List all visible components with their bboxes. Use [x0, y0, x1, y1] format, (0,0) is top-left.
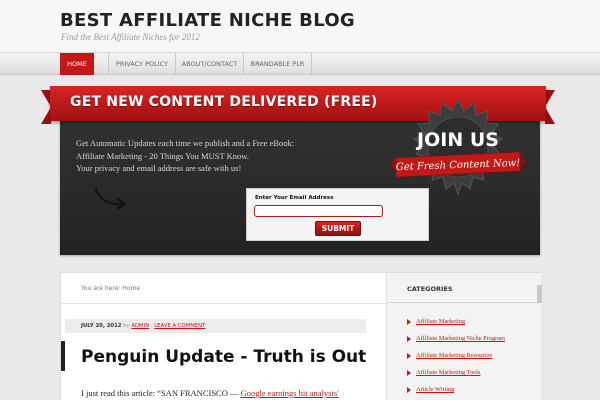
submit-button[interactable]: SUBMIT — [315, 221, 361, 236]
sidebar-scrollbar[interactable] — [537, 285, 542, 303]
badge-title: JOIN US — [415, 129, 499, 151]
nav-item-brandable-plr[interactable]: BRANDABLE PLR — [244, 53, 312, 75]
main-column: You are here: Home JULY 20, 2012 by ADMI… — [61, 273, 386, 400]
category-link[interactable]: Article Writing — [407, 386, 505, 400]
post-author-link[interactable]: ADMIN — [131, 323, 149, 329]
excerpt-text: I just read this article: “SAN FRANCISCO… — [81, 388, 241, 398]
leave-comment-link[interactable]: LEAVE A COMMENT — [154, 323, 205, 329]
meta-separator: · — [150, 323, 153, 329]
breadcrumb: You are here: Home — [81, 285, 141, 292]
post-title-accent — [61, 341, 65, 371]
optin-heading: GET NEW CONTENT DELIVERED (FREE) — [70, 94, 378, 110]
divider — [61, 303, 386, 304]
post-title[interactable]: Penguin Update - Truth is Out — [81, 347, 366, 367]
category-link[interactable]: Affiliate Marketing Resources — [407, 352, 505, 370]
content-area: You are here: Home JULY 20, 2012 by ADMI… — [60, 272, 542, 400]
post-by: by — [123, 323, 130, 329]
category-link[interactable]: Affiliate Marketing Niche Program — [407, 335, 505, 353]
page: BEST AFFILIATE NICHE BLOG Find the Best … — [0, 0, 600, 400]
ribbon-tail-right — [545, 90, 555, 124]
nav-item-home[interactable]: HOME — [60, 53, 94, 75]
site-title[interactable]: BEST AFFILIATE NICHE BLOG — [60, 10, 355, 31]
email-label: Enter Your Email Address — [255, 195, 334, 201]
excerpt-link[interactable]: Google earnings hit analysts' — [241, 388, 339, 398]
site-header: BEST AFFILIATE NICHE BLOG Find the Best … — [0, 0, 600, 52]
main-nav: HOME PRIVACY POLICY ABOUT/CONTACT BRANDA… — [0, 52, 600, 75]
post-excerpt: I just read this article: “SAN FRANCISCO… — [81, 388, 381, 398]
nav-item-privacy-policy[interactable]: PRIVACY POLICY — [108, 53, 176, 75]
category-link[interactable]: Affiliate Marketing — [407, 318, 505, 336]
curved-arrow-icon — [94, 187, 127, 210]
categories-list: Affiliate Marketing Affiliate Marketing … — [407, 318, 505, 400]
post-meta: JULY 20, 2012 by ADMIN · LEAVE A COMMENT — [65, 319, 366, 333]
email-input[interactable] — [254, 205, 383, 217]
optin-description: Get Automatic Updates each time we publi… — [76, 137, 376, 175]
optin-form: Enter Your Email Address SUBMIT — [246, 188, 429, 241]
category-link[interactable]: Affiliate Marketing Tools — [407, 369, 505, 387]
optin-line-1: Get Automatic Updates each time we publi… — [76, 138, 295, 148]
optin-line-2: Affiliate Marketing - 20 Things You MUST… — [76, 150, 249, 161]
categories-heading: CATEGORIES — [387, 285, 542, 303]
optin-line-3: Your privacy and email address are safe … — [76, 163, 242, 173]
site-description: Find the Best Affiliate Niches for 2012 — [61, 32, 200, 42]
sidebar: CATEGORIES Affiliate Marketing Affiliate… — [386, 273, 542, 400]
nav-item-about-contact[interactable]: ABOUT/CONTACT — [176, 53, 244, 75]
post-date: JULY 20, 2012 — [81, 323, 122, 329]
